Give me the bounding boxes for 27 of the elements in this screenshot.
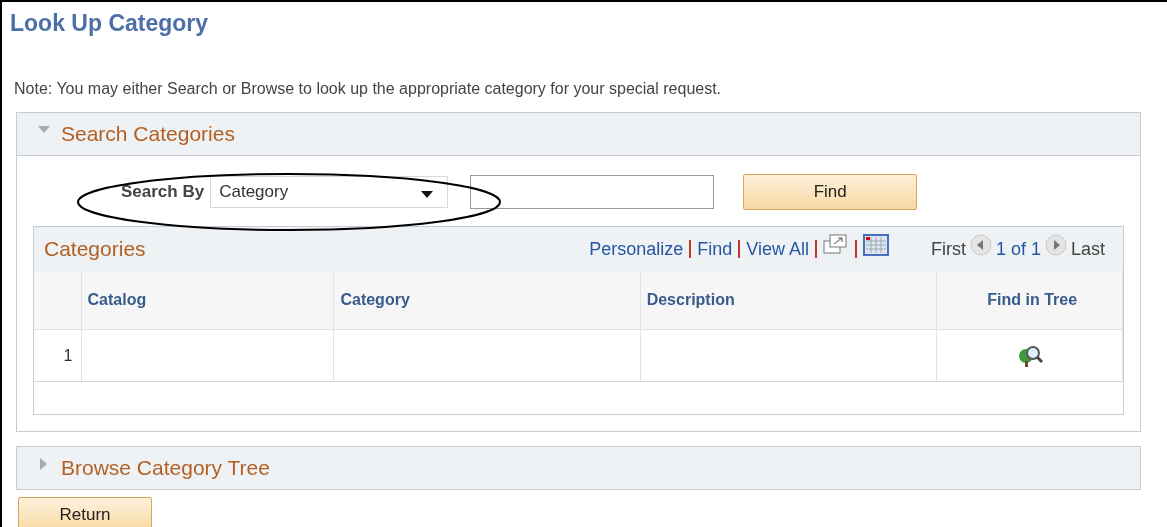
search-input[interactable] [470,175,715,209]
section-header[interactable]: Search Categories [16,112,1141,156]
previous-icon[interactable] [969,234,992,256]
section-header[interactable]: Browse Category Tree [16,446,1141,490]
zoom-window-icon[interactable] [822,234,849,256]
column-header: Category [333,271,641,330]
grid-link[interactable]: Find [697,238,733,260]
note-text: Note: You may either Search or Browse to look up the appropriate category for your special request. [14,80,723,98]
row-number: 1 [34,329,81,382]
grid-title: Categories [44,237,146,261]
column-header: Description [640,271,937,330]
spreadsheet-icon[interactable] [862,234,889,256]
find-button[interactable]: Find [743,174,918,210]
dropdown-arrow-icon [421,191,434,199]
search-by-label: Search By [121,182,205,202]
grid-link[interactable]: View All [746,238,809,260]
page-range: 1 of 1 [995,238,1041,260]
last-label: Last [1070,238,1105,260]
column-header: Catalog [81,271,334,330]
grid-link[interactable]: Personalize [589,238,684,260]
column-header: Find in Tree [936,271,1123,330]
next-icon[interactable] [1044,234,1067,256]
page-title: Look Up Category [10,10,210,38]
return-button[interactable]: Return [18,497,152,527]
first-label: First [930,238,966,260]
tree-search-icon[interactable] [1016,343,1045,368]
search-by-select[interactable]: Category [210,176,449,208]
